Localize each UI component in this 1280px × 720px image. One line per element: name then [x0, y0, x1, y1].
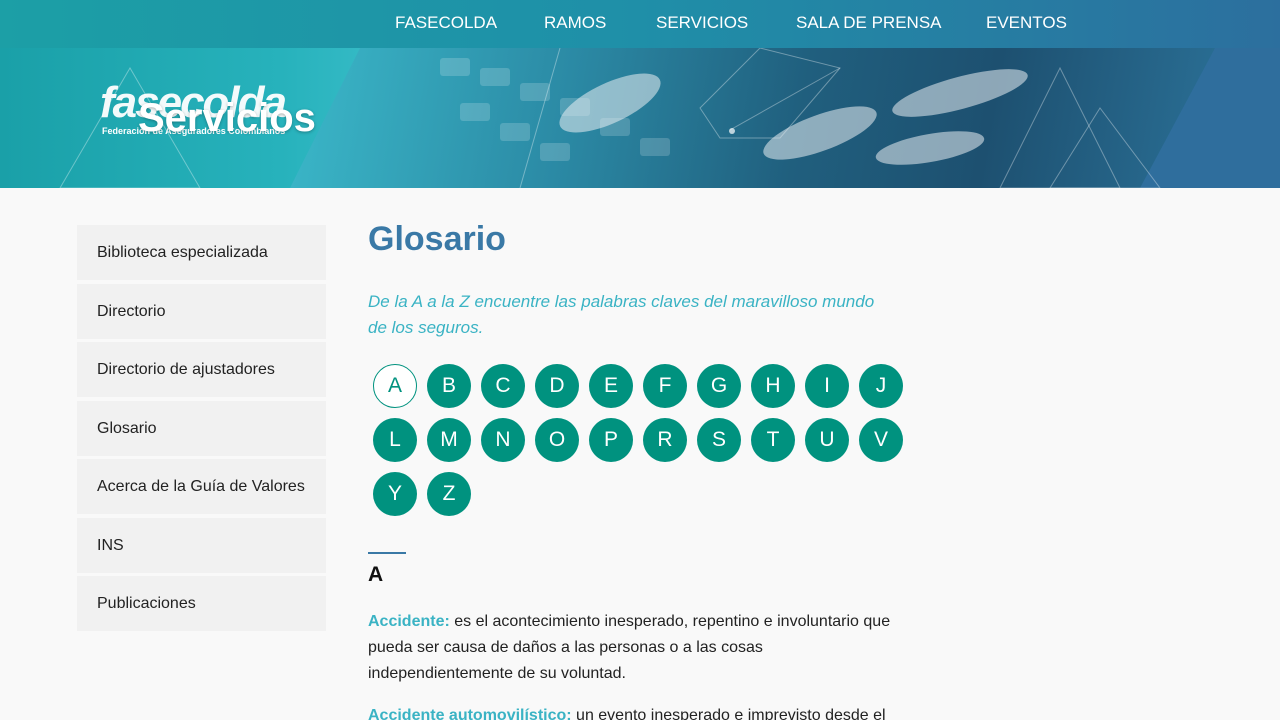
- nav-item-ramos[interactable]: RAMOS: [544, 13, 606, 33]
- letter-button-f[interactable]: F: [643, 364, 687, 408]
- sidebar-item-directorio[interactable]: Directorio: [77, 283, 326, 339]
- letter-button-j[interactable]: J: [859, 364, 903, 408]
- letter-button-i[interactable]: I: [805, 364, 849, 408]
- letter-button-e[interactable]: E: [589, 364, 633, 408]
- letter-button-b[interactable]: B: [427, 364, 471, 408]
- letter-button-n[interactable]: N: [481, 418, 525, 462]
- nav-item-eventos[interactable]: EVENTOS: [986, 13, 1067, 33]
- sidebar-item-glosario[interactable]: Glosario: [77, 400, 326, 456]
- sidebar-item-directorio-ajustadores[interactable]: Directorio de ajustadores: [77, 342, 326, 397]
- letter-button-a[interactable]: A: [373, 364, 417, 408]
- glossary-entry: Accidente: es el acontecimiento inespera…: [368, 609, 898, 687]
- sidebar-item-ins[interactable]: INS: [77, 517, 326, 573]
- nav-item-servicios[interactable]: SERVICIOS: [656, 13, 748, 33]
- letter-button-t[interactable]: T: [751, 418, 795, 462]
- letter-button-u[interactable]: U: [805, 418, 849, 462]
- sidebar-item-guia-valores[interactable]: Acerca de la Guía de Valores: [77, 459, 326, 514]
- letter-button-l[interactable]: L: [373, 418, 417, 462]
- glossary-entry: Accidente automovilístico: un evento ine…: [368, 703, 898, 720]
- sidebar-item-biblioteca[interactable]: Biblioteca especializada: [77, 225, 326, 280]
- letter-button-v[interactable]: V: [859, 418, 903, 462]
- glossary-term: Accidente automovilístico:: [368, 707, 572, 720]
- letter-button-r[interactable]: R: [643, 418, 687, 462]
- sidebar-menu: Biblioteca especializada Directorio Dire…: [77, 225, 326, 635]
- letter-button-d[interactable]: D: [535, 364, 579, 408]
- section-divider: [368, 552, 406, 554]
- letter-button-p[interactable]: P: [589, 418, 633, 462]
- letter-button-y[interactable]: Y: [373, 472, 417, 516]
- letter-button-c[interactable]: C: [481, 364, 525, 408]
- letter-button-m[interactable]: M: [427, 418, 471, 462]
- sidebar-item-publicaciones[interactable]: Publicaciones: [77, 576, 326, 631]
- letter-button-g[interactable]: G: [697, 364, 741, 408]
- letter-button-o[interactable]: O: [535, 418, 579, 462]
- hero-banner: fasecolda Federación de Aseguradores Col…: [0, 48, 1280, 188]
- glossary-definition: un evento inesperado e imprevisto desde …: [571, 707, 886, 720]
- top-navigation: FASECOLDA RAMOS SERVICIOS SALA DE PRENSA…: [0, 0, 1280, 48]
- nav-item-sala-de-prensa[interactable]: SALA DE PRENSA: [796, 13, 942, 33]
- section-letter-heading: A: [368, 563, 384, 586]
- main-content: Glosario De la A a la Z encuentre las pa…: [368, 220, 908, 720]
- page-title: Glosario: [368, 220, 506, 258]
- nav-item-fasecolda[interactable]: FASECOLDA: [395, 13, 497, 33]
- hero-section-title: Servicios: [138, 96, 316, 140]
- letter-button-h[interactable]: H: [751, 364, 795, 408]
- glossary-term: Accidente:: [368, 613, 450, 630]
- letter-button-s[interactable]: S: [697, 418, 741, 462]
- letter-button-z[interactable]: Z: [427, 472, 471, 516]
- page-subtitle: De la A a la Z encuentre las palabras cl…: [368, 292, 875, 337]
